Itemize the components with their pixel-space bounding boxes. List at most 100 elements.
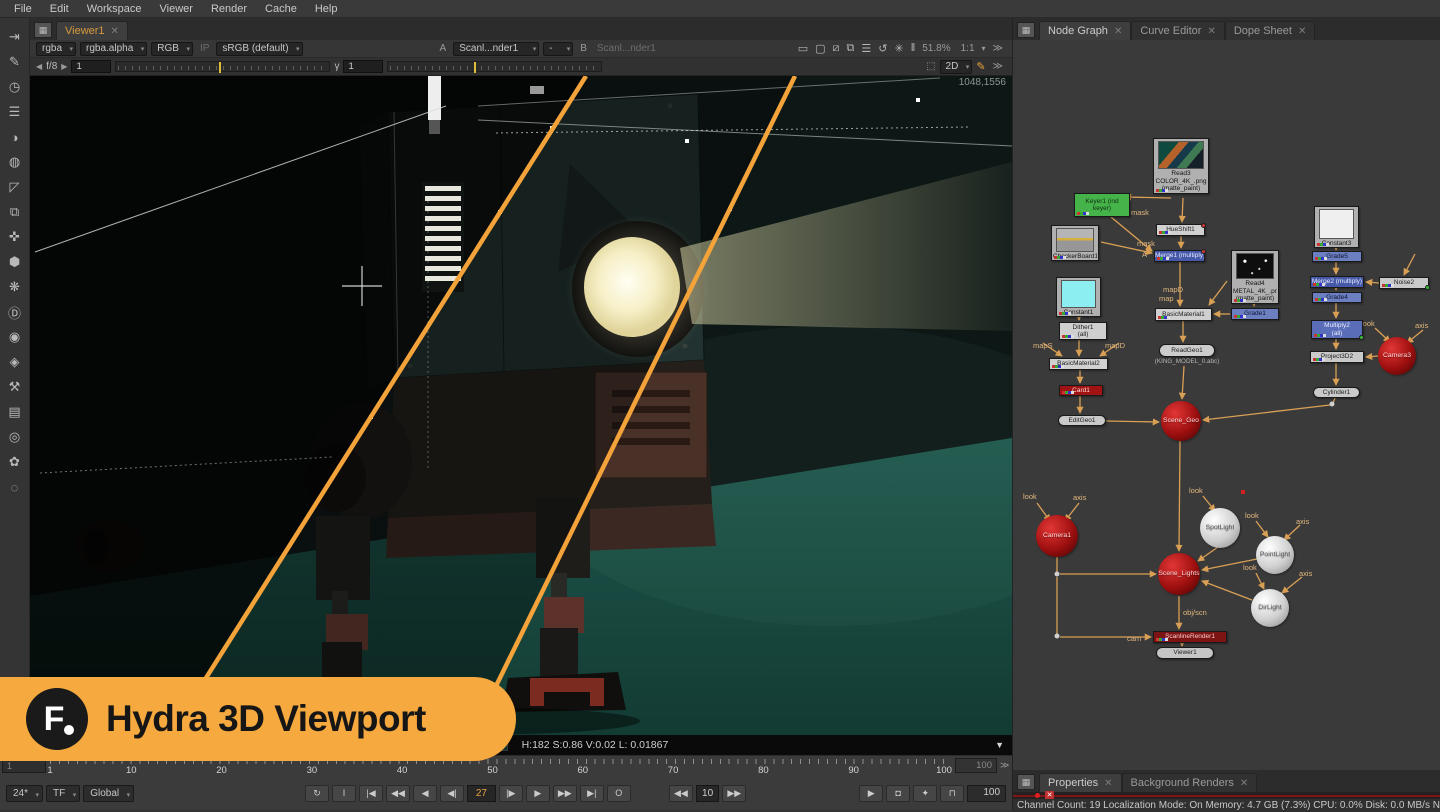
node-scanlinerender1[interactable]: ScanlineRender1: [1153, 631, 1227, 643]
node-hueshift1[interactable]: HueShift1: [1156, 224, 1205, 236]
node-cylinder1[interactable]: Cylinder1: [1313, 387, 1360, 398]
node-pointlight[interactable]: PointLight: [1256, 536, 1294, 574]
ocula-tool-icon[interactable]: ◌: [3, 476, 27, 498]
monitor-out-icon[interactable]: ▭: [798, 42, 808, 55]
node-viewer1_node[interactable]: Viewer1: [1156, 647, 1214, 659]
channel-tool-icon[interactable]: ☰: [3, 101, 27, 123]
node-spotlight[interactable]: SpotLight: [1200, 508, 1240, 548]
display-channel-dropdown[interactable]: RGB: [151, 42, 193, 56]
node-grade5[interactable]: Grade5: [1312, 251, 1362, 262]
node-scene_lights[interactable]: Scene_Lights: [1158, 553, 1200, 595]
node-constant1[interactable]: Constant1: [1056, 277, 1101, 317]
goto-end-button[interactable]: ▶|: [580, 785, 604, 802]
draw-tool-icon[interactable]: ✎: [3, 51, 27, 73]
flipbook-play-icon[interactable]: ▶: [859, 785, 883, 802]
tab-background-renders[interactable]: Background Renders ✕: [1122, 773, 1258, 792]
node-basicmaterial2[interactable]: BasicMaterial2: [1049, 358, 1108, 370]
overlay-lines-icon[interactable]: ☰: [861, 42, 871, 55]
node-multiply2[interactable]: Multiply2(all): [1311, 320, 1363, 339]
tab-node-graph[interactable]: Node Graph ✕: [1039, 21, 1131, 40]
close-icon[interactable]: ✕: [1240, 778, 1248, 789]
node-grade4[interactable]: Grade4: [1312, 292, 1362, 303]
range-end-field[interactable]: 100: [967, 785, 1006, 802]
node-merge1[interactable]: Merge1 (multiply): [1154, 250, 1205, 262]
node-merge2[interactable]: Merge2 (multiply): [1310, 276, 1364, 288]
furnace-tool-icon[interactable]: ◎: [3, 426, 27, 448]
menu-item-edit[interactable]: Edit: [42, 2, 77, 16]
close-icon[interactable]: ✕: [1207, 26, 1215, 37]
step-forward-button[interactable]: |▶: [499, 785, 523, 802]
input-a-dropdown[interactable]: Scanl...nder1: [453, 42, 539, 56]
play-forward-button[interactable]: ▶: [526, 785, 550, 802]
node-grade1[interactable]: Grade1: [1231, 308, 1279, 320]
gain-field[interactable]: [71, 60, 111, 73]
info-pulldown-icon[interactable]: ▼: [995, 740, 1004, 750]
node-basicmaterial1[interactable]: BasicMaterial1: [1155, 308, 1212, 321]
node-editgeo1[interactable]: EditGeo1: [1058, 415, 1106, 426]
view-mode-dropdown[interactable]: 2D: [940, 60, 973, 74]
ab-mode-dropdown[interactable]: -: [543, 42, 573, 56]
timeline-chevrons-icon[interactable]: ≫: [1000, 760, 1009, 771]
gain-right-arrow[interactable]: ▶: [61, 62, 67, 71]
color-tool-icon[interactable]: ◑: [3, 126, 27, 148]
collapse-chevrons-icon[interactable]: ≫: [990, 43, 1006, 54]
node-constant3[interactable]: Constant3: [1314, 206, 1359, 248]
range-mode-button[interactable]: O: [607, 785, 631, 802]
input-b-value[interactable]: Scanl...nder1: [594, 43, 659, 54]
current-frame-field[interactable]: 27: [467, 785, 496, 802]
transform-tool-icon[interactable]: ✜: [3, 226, 27, 248]
panel-menu-icon[interactable]: ▦: [1017, 774, 1035, 790]
tf-dropdown[interactable]: TF: [46, 785, 80, 802]
stack-icon[interactable]: ⧉: [847, 42, 855, 55]
gamma-slider[interactable]: [387, 61, 602, 72]
keyer-tool-icon[interactable]: ◸: [3, 176, 27, 198]
close-icon[interactable]: ✕: [1298, 26, 1306, 37]
close-icon[interactable]: ✕: [1114, 26, 1122, 37]
lock-range-icon[interactable]: ✦: [913, 785, 937, 802]
deep-tool-icon[interactable]: Ⓓ: [3, 301, 27, 323]
gain-slider[interactable]: [115, 61, 330, 72]
node-scene_geo[interactable]: Scene_Geo: [1161, 401, 1201, 441]
prev-keyframe-button[interactable]: ◀◀: [386, 785, 410, 802]
render-icon[interactable]: ◘: [886, 785, 910, 802]
other-tool-icon[interactable]: ▤: [3, 401, 27, 423]
gain-left-arrow[interactable]: ◀: [36, 62, 42, 71]
pause-icon[interactable]: ‖: [911, 42, 916, 55]
menu-item-render[interactable]: Render: [203, 2, 255, 16]
panel-menu-icon[interactable]: ▦: [1017, 22, 1035, 38]
tab-properties[interactable]: Properties ✕: [1039, 773, 1122, 792]
node-camera3[interactable]: Camera3: [1378, 337, 1416, 375]
node-checkerboard1[interactable]: CheckerBoard1: [1051, 225, 1099, 261]
views-tool-icon[interactable]: ◉: [3, 326, 27, 348]
node-keyer1[interactable]: Keyer1 (indkeyer): [1074, 193, 1130, 217]
fstop-label[interactable]: f/8: [46, 61, 57, 72]
step-back-button[interactable]: ◀|: [440, 785, 464, 802]
refresh-icon[interactable]: ↺: [878, 42, 887, 55]
ip-toggle[interactable]: IP: [197, 43, 212, 54]
filter-tool-icon[interactable]: ◍: [3, 151, 27, 173]
proxy-icon[interactable]: ▢: [815, 42, 825, 55]
increment-field[interactable]: 10: [696, 785, 719, 802]
bounce-button[interactable]: I: [332, 785, 356, 802]
panel-menu-icon[interactable]: ▦: [34, 22, 52, 38]
node-dither1[interactable]: Dither1(all): [1059, 322, 1107, 340]
collapse-chevrons-icon[interactable]: ≫: [990, 61, 1006, 72]
node-readgeo1[interactable]: ReadGeo1: [1159, 344, 1215, 357]
node-graph-canvas[interactable]: maskmaskAmapDmapmapSmapDlookaxislookaxis…: [1013, 40, 1440, 770]
plugins-tool-icon[interactable]: ✿: [3, 451, 27, 473]
chevron-down-icon[interactable]: ▾: [982, 44, 986, 53]
menu-item-cache[interactable]: Cache: [257, 2, 305, 16]
node-read4[interactable]: Read4METAL_4K_.png(matte_paint): [1231, 250, 1279, 304]
node-project3d2[interactable]: Project3D2: [1310, 351, 1364, 363]
particles-tool-icon[interactable]: ❋: [3, 276, 27, 298]
image-tool-icon[interactable]: ⇥: [3, 26, 27, 48]
close-icon[interactable]: ✕: [111, 26, 119, 37]
update-icon[interactable]: ✳: [894, 42, 903, 55]
menu-item-file[interactable]: File: [6, 2, 40, 16]
play-backward-button[interactable]: ◀: [413, 785, 437, 802]
time-tool-icon[interactable]: ◷: [3, 76, 27, 98]
wipe-icon[interactable]: ⧄: [833, 42, 840, 55]
zoom-level[interactable]: 51.8%: [919, 43, 953, 54]
next-keyframe-button[interactable]: ▶▶: [553, 785, 577, 802]
viewport-3d-scene[interactable]: 1048,1556: [30, 76, 1012, 735]
